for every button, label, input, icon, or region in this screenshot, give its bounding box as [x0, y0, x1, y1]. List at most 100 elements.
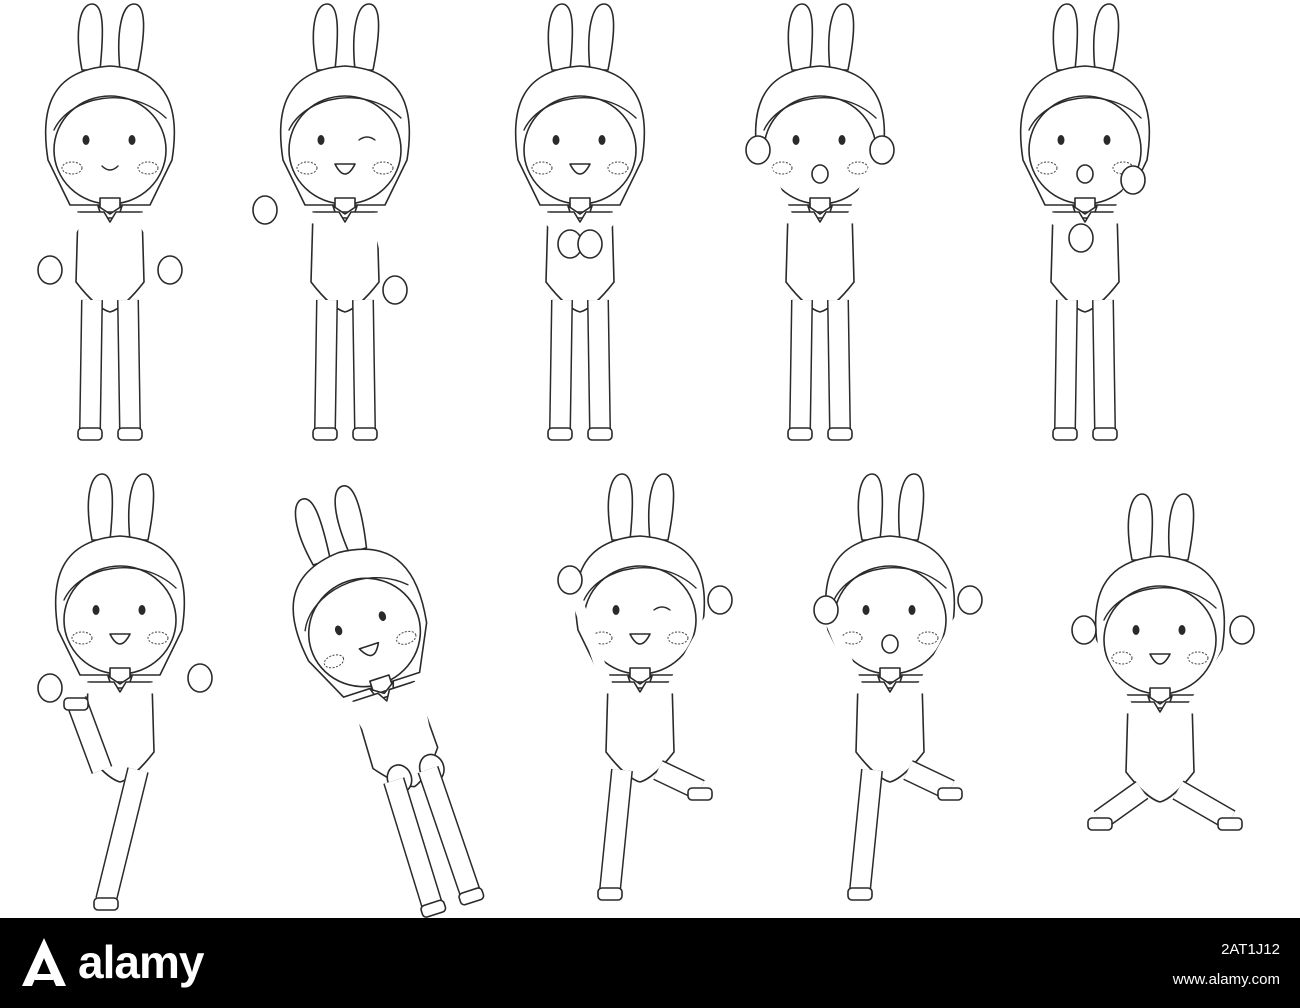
eye-right [128, 135, 136, 145]
bunny-ear-left [857, 473, 884, 541]
glove-left [252, 195, 278, 225]
figure-surprised-hand-on-cheek [1019, 3, 1151, 441]
mouth-open [811, 164, 829, 184]
glove-left [1068, 223, 1094, 253]
blush-left [1036, 161, 1058, 175]
blush-left [1111, 651, 1133, 665]
bunny-ear-left [294, 498, 332, 566]
shoe-left [547, 427, 573, 441]
bunny-ear-right [1167, 493, 1195, 561]
eye-right [838, 135, 846, 145]
blush-left [296, 161, 318, 175]
eye-left [862, 605, 870, 615]
blush-left [771, 161, 793, 175]
blush-right [847, 161, 869, 175]
glove-right [382, 275, 408, 305]
figure-leap [1071, 493, 1255, 831]
shoe-right [1092, 427, 1118, 441]
blush-left [61, 161, 83, 175]
glove-left [745, 135, 771, 165]
bunny-ear-left [87, 473, 114, 541]
eye-left [92, 605, 100, 615]
figure-jump-surprised [813, 473, 983, 901]
shoe-right [687, 787, 713, 801]
eye-right [1103, 135, 1111, 145]
figure-crying [745, 3, 895, 441]
alamy-a-icon [22, 938, 66, 986]
leotard [310, 211, 380, 313]
eye-right [908, 605, 916, 615]
eye-left [82, 135, 90, 145]
mouth-open [1076, 164, 1094, 184]
bunny-ear-right [352, 3, 380, 71]
bunny-ear-right [127, 473, 155, 541]
eye-left [552, 135, 560, 145]
shoe-right [587, 427, 613, 441]
glove-left [37, 673, 63, 703]
bunny-ear-right [587, 3, 615, 71]
eye-left [792, 135, 800, 145]
brand-name: alamy [78, 936, 204, 988]
glove-left [37, 255, 63, 285]
shoe-left [63, 697, 89, 711]
illustration-canvas [0, 0, 1300, 918]
eye-left [1057, 135, 1065, 145]
glove-left [557, 565, 583, 595]
face [53, 95, 167, 205]
bunny-ear-right [897, 473, 925, 541]
face [63, 565, 177, 675]
glove-left [1071, 615, 1097, 645]
bunny-ear-left [607, 473, 634, 541]
shoe-left [77, 427, 103, 441]
shoe-right [1217, 817, 1243, 831]
bunny-ear-right [647, 473, 675, 541]
bunny-ear-left [1127, 493, 1154, 561]
blush-right [147, 631, 169, 645]
glove-right [577, 229, 603, 259]
shoe-right [117, 427, 143, 441]
glove-right [187, 663, 213, 693]
shoe-right [352, 427, 378, 441]
shoe-right [93, 897, 119, 911]
glove-right [957, 585, 983, 615]
bunny-girl-poses-illustration [37, 3, 1255, 918]
face [763, 95, 877, 205]
figure-presenting-wink [252, 3, 411, 441]
bunny-ear-left [547, 3, 574, 71]
blush-right [917, 631, 939, 645]
stock-image-id: 2AT1J12 [1221, 941, 1280, 958]
stock-url: www.alamy.com [1172, 971, 1280, 988]
leotard [785, 211, 855, 313]
eye-left [317, 135, 325, 145]
face [523, 95, 637, 205]
glove-right [869, 135, 895, 165]
shoe-left [1052, 427, 1078, 441]
bunny-ear-right [827, 3, 855, 71]
glove-right [157, 255, 183, 285]
blush-left [531, 161, 553, 175]
blush-right [607, 161, 629, 175]
figure-standing [37, 3, 183, 441]
bunny-ear-left [1052, 3, 1079, 71]
eye-right [1178, 625, 1186, 635]
figure-hands-on-chest [514, 3, 646, 441]
shoe-left [597, 887, 623, 901]
blush-right [1187, 651, 1209, 665]
bunny-ear-left [787, 3, 814, 71]
figure-bowing [292, 485, 485, 918]
watermark-banner: alamy 2AT1J12 www.alamy.com [0, 918, 1300, 1008]
blush-left [71, 631, 93, 645]
figure-kick [37, 473, 213, 911]
bunny-ear-right [117, 3, 145, 71]
mouth-open [881, 634, 899, 654]
blush-right [372, 161, 394, 175]
eye-left [1132, 625, 1140, 635]
shoe-right [827, 427, 853, 441]
glove-right [1229, 615, 1255, 645]
blush-right [667, 631, 689, 645]
bunny-ear-right [334, 485, 368, 555]
shoe-left [847, 887, 873, 901]
face [288, 95, 402, 205]
face [1103, 585, 1217, 695]
shoe-left [787, 427, 813, 441]
